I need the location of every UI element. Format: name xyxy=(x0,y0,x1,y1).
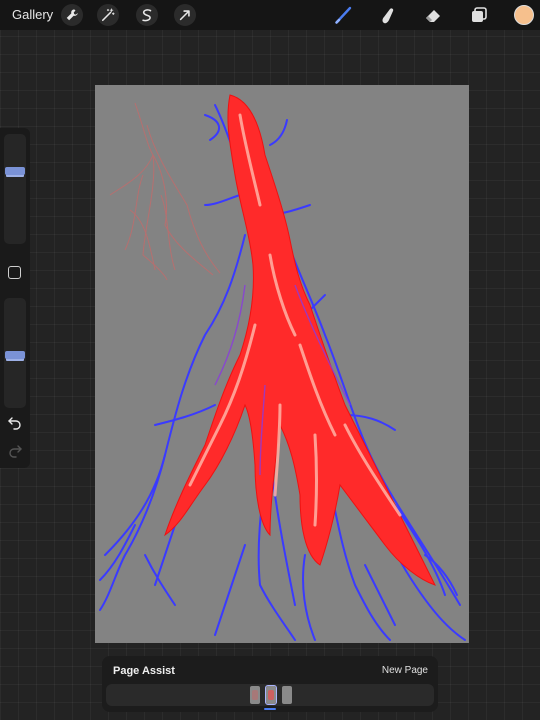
drawing-canvas[interactable] xyxy=(95,85,469,643)
page-thumbnail-active[interactable] xyxy=(265,685,277,705)
actions-wrench-icon[interactable] xyxy=(61,4,83,26)
redo-icon[interactable] xyxy=(7,444,23,458)
page-assist-title: Page Assist xyxy=(113,665,175,677)
red-forms xyxy=(164,94,436,586)
page-thumbnail[interactable] xyxy=(282,686,292,704)
active-page-indicator xyxy=(264,708,276,710)
artwork xyxy=(99,94,466,641)
left-sidebar xyxy=(0,128,30,468)
transform-arrow-icon[interactable] xyxy=(174,4,196,26)
gallery-button[interactable]: Gallery xyxy=(12,7,53,22)
brush-size-slider[interactable] xyxy=(4,134,26,244)
undo-icon[interactable] xyxy=(7,416,23,430)
top-toolbar: Gallery xyxy=(0,0,540,30)
page-thumbnail[interactable] xyxy=(250,686,260,704)
new-page-button[interactable]: New Page xyxy=(382,665,428,676)
reference-sketch xyxy=(109,102,221,281)
brush-opacity-slider[interactable] xyxy=(4,298,26,408)
brush-size-handle[interactable] xyxy=(5,167,25,176)
eraser-icon[interactable] xyxy=(423,5,443,25)
modify-button[interactable] xyxy=(8,266,21,279)
brush-icon[interactable] xyxy=(334,5,354,25)
layers-icon[interactable] xyxy=(469,5,489,25)
adjustments-magic-wand-icon[interactable] xyxy=(97,4,119,26)
smudge-icon[interactable] xyxy=(378,5,398,25)
page-thumbnail-strip xyxy=(106,684,434,706)
selection-icon[interactable] xyxy=(136,4,158,26)
brush-opacity-handle[interactable] xyxy=(5,351,25,359)
current-color-swatch[interactable] xyxy=(514,5,534,25)
page-assist-panel: Page Assist New Page xyxy=(102,656,438,712)
